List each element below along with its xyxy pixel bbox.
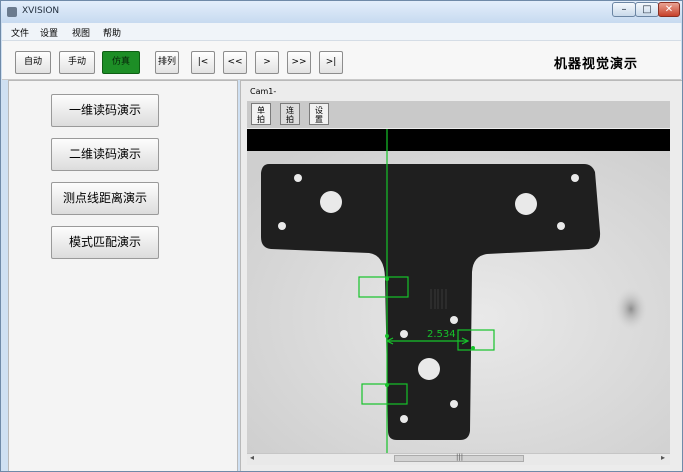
first-frame-button[interactable]: |<	[191, 51, 215, 74]
scroll-left-arrow[interactable]: ◂	[250, 453, 254, 462]
manual-button[interactable]: 手动	[59, 51, 95, 74]
camera-settings-label-bottom: 置	[315, 115, 323, 124]
fast-forward-button[interactable]: >>	[287, 51, 311, 74]
close-icon: ✕	[664, 4, 674, 15]
continuous-shot-label-bottom: 拍	[286, 115, 294, 124]
toolbar: 自动 手动 仿真 排列 |< << > >> >| 机器视觉演示	[2, 41, 681, 80]
demo-point-line-distance-button[interactable]: 测点线距离演示	[51, 182, 159, 215]
menu-help[interactable]: 帮助	[103, 26, 121, 39]
single-shot-button[interactable]: 单 拍	[251, 103, 271, 125]
app-icon	[7, 7, 17, 17]
demo-1d-barcode-button[interactable]: 一维读码演示	[51, 94, 159, 127]
scrollbar-grip: |||	[456, 453, 464, 461]
camera-image: 2.534	[247, 129, 670, 453]
close-button[interactable]: ✕	[658, 2, 680, 17]
title-bar[interactable]: XVISION – □ ✕	[1, 1, 682, 23]
scroll-right-arrow[interactable]: ▸	[661, 453, 665, 462]
rewind-button[interactable]: <<	[223, 51, 247, 74]
continuous-shot-button[interactable]: 连 拍	[280, 103, 300, 125]
maximize-icon: □	[642, 4, 652, 15]
menu-bar: 文件 设置 视图 帮助	[2, 23, 681, 41]
arrange-button[interactable]: 排列	[155, 51, 179, 74]
demo-panel: 一维读码演示 二维读码演示 测点线距离演示 模式匹配演示	[8, 80, 238, 471]
camera-settings-label-top: 设	[315, 106, 323, 115]
window-title: XVISION	[22, 6, 60, 16]
single-shot-label-top: 单	[257, 106, 265, 115]
camera-title: Cam1-	[250, 87, 277, 96]
menu-file[interactable]: 文件	[11, 26, 29, 39]
continuous-shot-label-top: 连	[286, 106, 294, 115]
demo-pattern-match-button[interactable]: 模式匹配演示	[51, 226, 159, 259]
menu-view[interactable]: 视图	[72, 26, 90, 39]
auto-button[interactable]: 自动	[15, 51, 51, 74]
next-frame-button[interactable]: >	[255, 51, 279, 74]
app-window: XVISION – □ ✕ 文件 设置 视图 帮助 自动 手动 仿真 排列 |<…	[0, 0, 683, 472]
minimize-icon: –	[621, 4, 627, 15]
lens-smudge	[614, 287, 648, 331]
last-frame-button[interactable]: >|	[319, 51, 343, 74]
minimize-button[interactable]: –	[612, 2, 636, 17]
simulate-button[interactable]: 仿真	[102, 51, 140, 74]
brand-title: 机器视觉演示	[554, 57, 639, 72]
maximize-button[interactable]: □	[635, 2, 659, 17]
single-shot-label-bottom: 拍	[257, 115, 265, 124]
demo-2d-code-button[interactable]: 二维读码演示	[51, 138, 159, 171]
camera-image-view[interactable]: 2.534	[247, 129, 670, 453]
distance-readout: 2.534	[427, 329, 456, 340]
camera-settings-button[interactable]: 设 置	[309, 103, 329, 125]
menu-settings[interactable]: 设置	[40, 26, 58, 39]
